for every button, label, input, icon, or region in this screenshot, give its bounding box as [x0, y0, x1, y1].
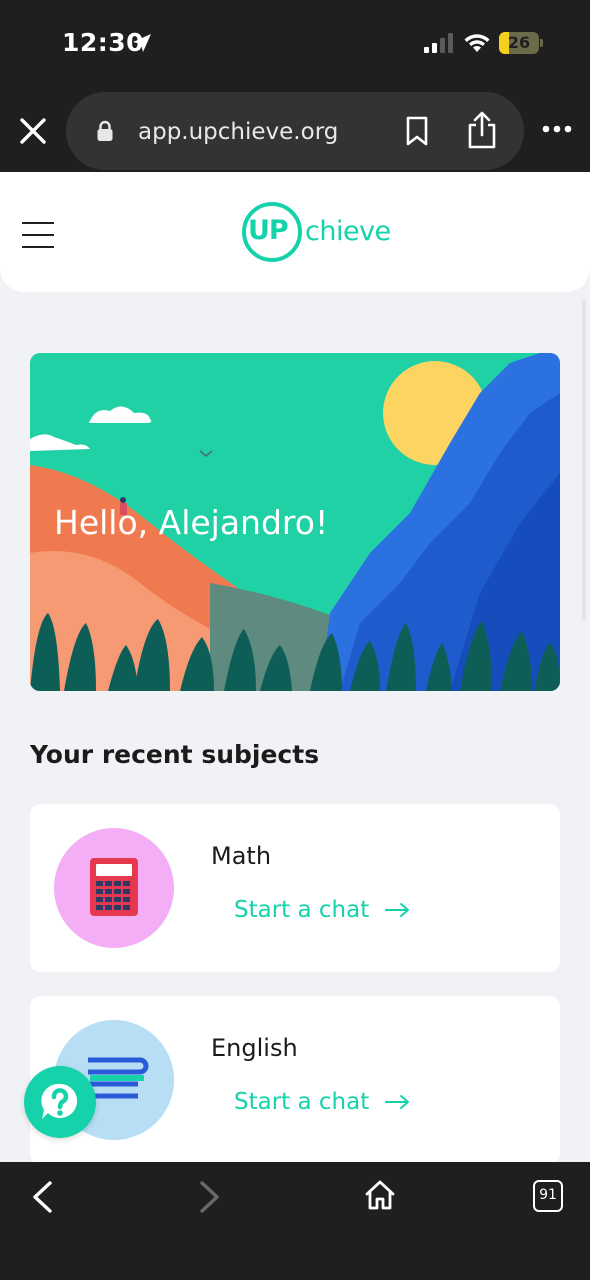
url-text[interactable]: app.upchieve.org [138, 119, 338, 145]
location-arrow-icon [133, 34, 151, 52]
tabs-icon[interactable]: 91 [533, 1180, 563, 1212]
bookmark-icon[interactable] [404, 116, 430, 146]
subject-card-english[interactable]: English Start a chat [30, 996, 560, 1164]
upchieve-logo[interactable]: UP chieve [242, 202, 392, 266]
status-bar: 12:30 26 [0, 0, 590, 88]
app-header: UP chieve [0, 172, 590, 292]
back-icon[interactable] [30, 1180, 54, 1214]
cellular-signal-icon [424, 33, 453, 53]
scrollbar[interactable] [582, 300, 586, 620]
browser-bar: app.upchieve.org [0, 88, 590, 172]
battery-icon: 26 [499, 32, 543, 54]
greeting-heading: Hello, Alejandro! [54, 503, 329, 542]
subject-name: Math [211, 842, 272, 870]
menu-icon[interactable] [22, 222, 54, 248]
home-icon[interactable] [364, 1179, 396, 1211]
subject-card-math[interactable]: Math Start a chat [30, 804, 560, 972]
close-icon[interactable] [16, 114, 50, 148]
arrow-right-icon[interactable] [384, 1092, 412, 1112]
more-icon[interactable] [541, 124, 573, 134]
help-chat-icon [41, 1083, 78, 1119]
logo-chieve-text: chieve [305, 216, 391, 247]
lock-icon [97, 120, 113, 141]
forward-icon[interactable] [198, 1180, 222, 1214]
share-icon[interactable] [466, 110, 498, 150]
arrow-right-icon[interactable] [384, 900, 412, 920]
hero-banner: Hello, Alejandro! [30, 353, 560, 691]
subject-name: English [211, 1034, 298, 1062]
subject-icon-circle [54, 828, 174, 948]
browser-toolbar: 91 [0, 1162, 590, 1280]
tab-count: 91 [539, 1187, 557, 1203]
logo-up-text: UP [248, 215, 289, 246]
address-bar[interactable]: app.upchieve.org [66, 92, 524, 170]
recent-subjects-title: Your recent subjects [30, 740, 320, 769]
calculator-icon [90, 858, 138, 916]
wifi-icon [464, 34, 490, 52]
battery-level: 26 [507, 33, 531, 52]
start-chat-link[interactable]: Start a chat [234, 1089, 369, 1115]
start-chat-link[interactable]: Start a chat [234, 897, 369, 923]
help-button[interactable] [24, 1066, 96, 1138]
